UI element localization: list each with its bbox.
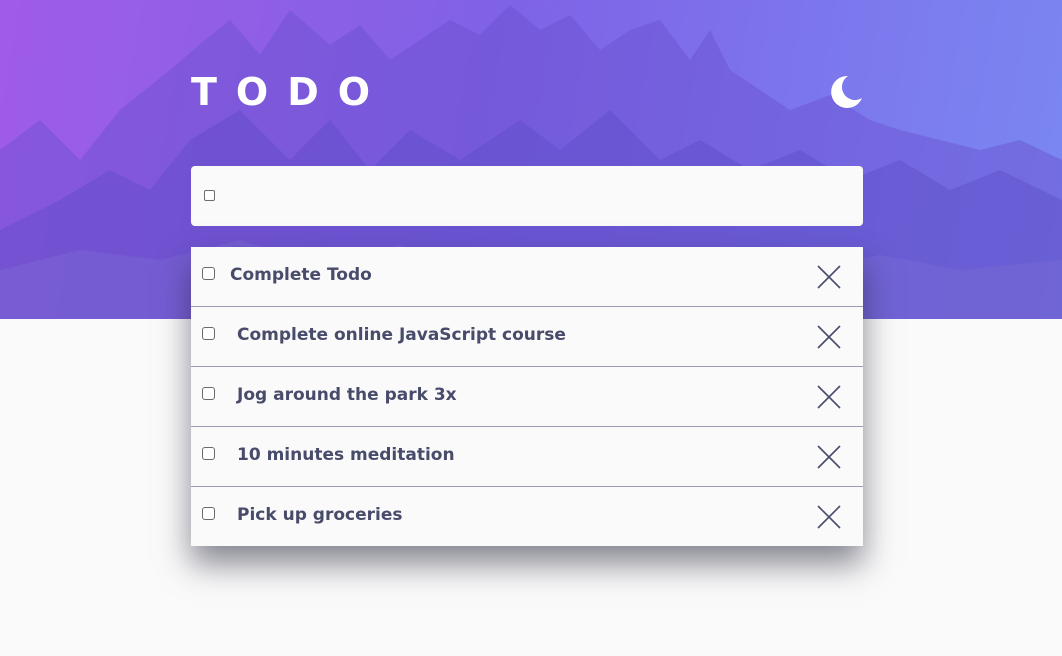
app-title: TODO [191,70,390,114]
todo-checkbox[interactable] [202,387,215,400]
todo-item: Jog around the park 3x [191,367,863,427]
close-icon [817,325,841,349]
todo-checkbox[interactable] [202,447,215,460]
todo-label: Pick up groceries [237,505,403,525]
todo-item: Complete online JavaScript course [191,307,863,367]
new-todo-field [191,166,863,226]
close-icon [817,505,841,529]
new-todo-checkbox[interactable] [204,190,215,201]
todo-checkbox[interactable] [202,267,215,280]
todo-label: 10 minutes meditation [237,445,455,465]
todo-item: 10 minutes meditation [191,427,863,487]
todo-item: Pick up groceries [191,487,863,546]
todo-item: Complete Todo [191,247,863,307]
new-todo-input[interactable] [227,176,851,218]
delete-todo-button[interactable] [815,383,843,411]
todo-label: Jog around the park 3x [237,385,457,405]
delete-todo-button[interactable] [815,443,843,471]
delete-todo-button[interactable] [815,323,843,351]
todo-label: Complete Todo [230,265,372,285]
moon-icon [831,75,862,108]
todo-label: Complete online JavaScript course [237,325,566,345]
close-icon [817,385,841,409]
close-icon [817,445,841,469]
delete-todo-button[interactable] [815,263,843,291]
todo-list: Complete Todo Complete online JavaScript… [191,247,863,546]
todo-checkbox[interactable] [202,327,215,340]
todo-checkbox[interactable] [202,507,215,520]
close-icon [817,265,841,289]
delete-todo-button[interactable] [815,503,843,531]
theme-toggle-button[interactable] [826,72,866,112]
